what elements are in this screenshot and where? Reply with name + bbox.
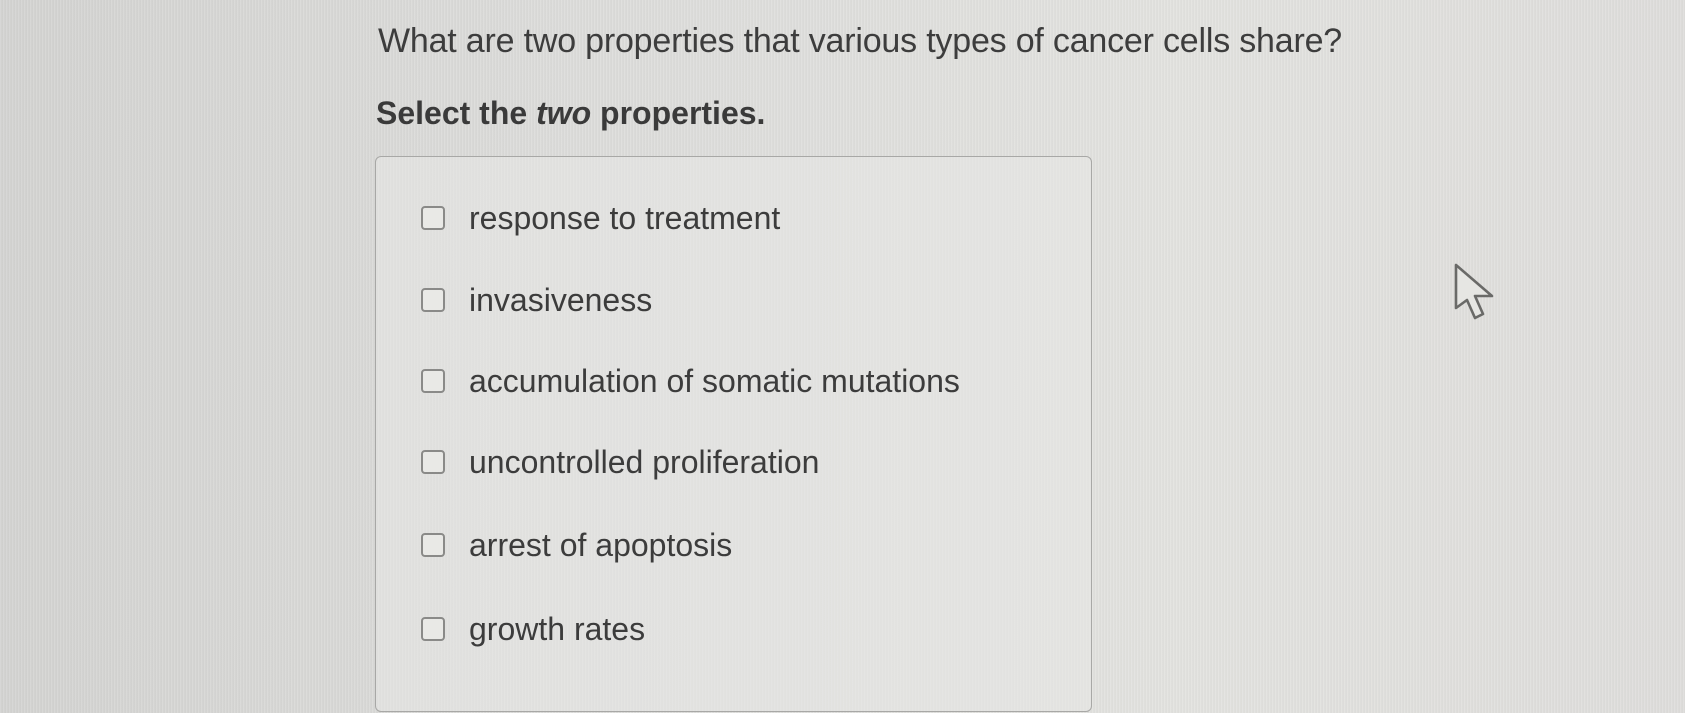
checkbox[interactable]: [421, 288, 445, 312]
instruction-text: Select the two properties.: [376, 95, 765, 132]
option-response-to-treatment[interactable]: response to treatment: [421, 198, 780, 238]
option-label[interactable]: invasiveness: [469, 282, 652, 319]
option-label[interactable]: accumulation of somatic mutations: [469, 363, 960, 400]
option-uncontrolled-proliferation[interactable]: uncontrolled proliferation: [421, 442, 819, 482]
option-invasiveness[interactable]: invasiveness: [421, 280, 652, 320]
checkbox[interactable]: [421, 450, 445, 474]
answer-options-box: response to treatment invasiveness accum…: [375, 156, 1092, 712]
checkbox[interactable]: [421, 617, 445, 641]
instruction-emphasis: two: [536, 95, 592, 131]
option-growth-rates[interactable]: growth rates: [421, 609, 645, 649]
checkbox[interactable]: [421, 206, 445, 230]
option-label[interactable]: growth rates: [469, 611, 645, 648]
option-label[interactable]: arrest of apoptosis: [469, 527, 732, 564]
option-arrest-of-apoptosis[interactable]: arrest of apoptosis: [421, 525, 732, 565]
option-label[interactable]: uncontrolled proliferation: [469, 444, 819, 481]
question-text: What are two properties that various typ…: [378, 22, 1343, 60]
option-accumulation-of-somatic-mutations[interactable]: accumulation of somatic mutations: [421, 361, 960, 401]
mouse-pointer-icon: [1454, 263, 1494, 320]
instruction-prefix: Select the: [376, 95, 537, 131]
option-label[interactable]: response to treatment: [469, 200, 780, 237]
checkbox[interactable]: [421, 369, 445, 393]
instruction-suffix: properties.: [591, 95, 766, 131]
checkbox[interactable]: [421, 533, 445, 557]
